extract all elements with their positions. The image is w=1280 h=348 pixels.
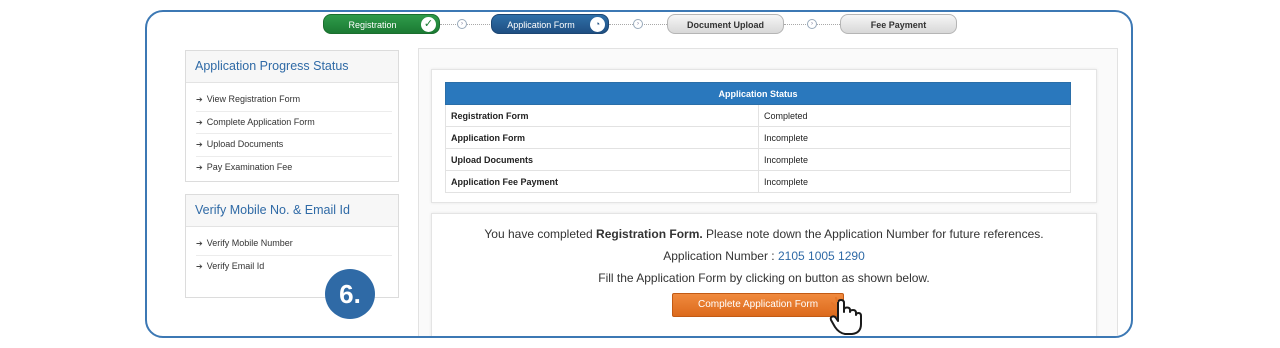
table-header: Application Status: [445, 82, 1071, 105]
step-registration[interactable]: Registration ✓: [323, 14, 440, 34]
sidebar-item-label: View Registration Form: [206, 94, 301, 104]
application-number-line: Application Number : 2105 1005 1290: [432, 249, 1096, 263]
message-bold: Registration Form.: [596, 227, 703, 241]
status-card: Application Status Registration Form Comp…: [431, 69, 1097, 203]
sidebar-item-pay-fee[interactable]: ➔ Pay Examination Fee: [196, 157, 392, 179]
sidebar-item-label: Pay Examination Fee: [206, 161, 293, 172]
connector-dot-icon: ›: [457, 19, 467, 29]
step-fee-payment[interactable]: Fee Payment: [840, 14, 957, 34]
step-application-form-label: Application Form: [507, 20, 575, 30]
table-row: Upload Documents Incomplete: [445, 148, 1071, 171]
message-card: You have completed Registration Form. Pl…: [431, 213, 1097, 336]
arrow-right-icon: ➔: [196, 140, 203, 149]
connector-dot-icon: ›: [633, 19, 643, 29]
complete-application-form-button[interactable]: Complete Application Form: [672, 293, 844, 317]
check-icon: ✓: [421, 17, 436, 32]
arrow-right-icon: ➔: [196, 261, 203, 271]
arrow-right-icon: ➔: [196, 95, 203, 104]
step-number-badge: 6.: [325, 269, 375, 319]
row-status: Incomplete: [758, 126, 1071, 149]
clock-icon: ◔: [590, 17, 605, 32]
step-document-upload[interactable]: Document Upload: [667, 14, 784, 34]
sidebar-item-label: Verify Email Id: [206, 260, 265, 271]
tutorial-frame: Registration ✓ › Application Form ◔ › Do…: [145, 10, 1133, 338]
progress-status-panel: Application Progress Status ➔ View Regist…: [185, 50, 399, 182]
sidebar-item-label: Verify Mobile Number: [206, 238, 293, 248]
step-application-form[interactable]: Application Form ◔: [491, 14, 609, 34]
row-status: Incomplete: [758, 148, 1071, 171]
row-item: Upload Documents: [445, 148, 759, 171]
table-row: Application Form Incomplete: [445, 126, 1071, 149]
sidebar-item-label: Complete Application Form: [206, 116, 315, 127]
progress-status-title: Application Progress Status: [186, 51, 398, 83]
row-item: Application Fee Payment: [445, 170, 759, 193]
application-number-value: 2105 1005 1290: [777, 249, 865, 263]
pointer-hand-icon: [829, 297, 862, 335]
verify-title: Verify Mobile No. & Email Id: [186, 195, 398, 227]
sidebar-item-complete-application[interactable]: ➔ Complete Application Form: [196, 112, 392, 134]
sidebar-item-label: Upload Documents: [206, 139, 284, 149]
row-status: Incomplete: [758, 170, 1071, 193]
table-row: Application Fee Payment Incomplete: [445, 170, 1071, 193]
sidebar-item-upload-documents[interactable]: ➔ Upload Documents: [196, 134, 392, 157]
progress-stepper: Registration ✓ › Application Form ◔ › Do…: [323, 14, 963, 36]
arrow-right-icon: ➔: [196, 239, 203, 248]
sidebar-item-view-registration[interactable]: ➔ View Registration Form: [196, 89, 392, 112]
row-item: Registration Form: [445, 104, 759, 127]
connector-dot-icon: ›: [807, 19, 817, 29]
message-text: You have completed: [484, 227, 597, 241]
arrow-right-icon: ➔: [196, 162, 203, 172]
application-number-label: Application Number :: [663, 249, 778, 263]
instruction-text: Fill the Application Form by clicking on…: [598, 271, 930, 285]
message-text: Please note down the Application Number …: [702, 227, 1044, 241]
application-status-table: Application Status Registration Form Comp…: [445, 82, 1071, 193]
sidebar-item-verify-mobile[interactable]: ➔ Verify Mobile Number: [196, 233, 392, 256]
row-item: Application Form: [445, 126, 759, 149]
step-document-upload-label: Document Upload: [686, 20, 764, 30]
table-row: Registration Form Completed: [445, 104, 1071, 127]
step-fee-payment-label: Fee Payment: [870, 20, 927, 30]
row-status: Completed: [758, 104, 1071, 127]
completion-message: You have completed Registration Form. Pl…: [432, 227, 1096, 241]
arrow-right-icon: ➔: [196, 117, 203, 127]
main-content: Application Status Registration Form Comp…: [418, 48, 1118, 336]
step-registration-label: Registration: [348, 20, 397, 30]
